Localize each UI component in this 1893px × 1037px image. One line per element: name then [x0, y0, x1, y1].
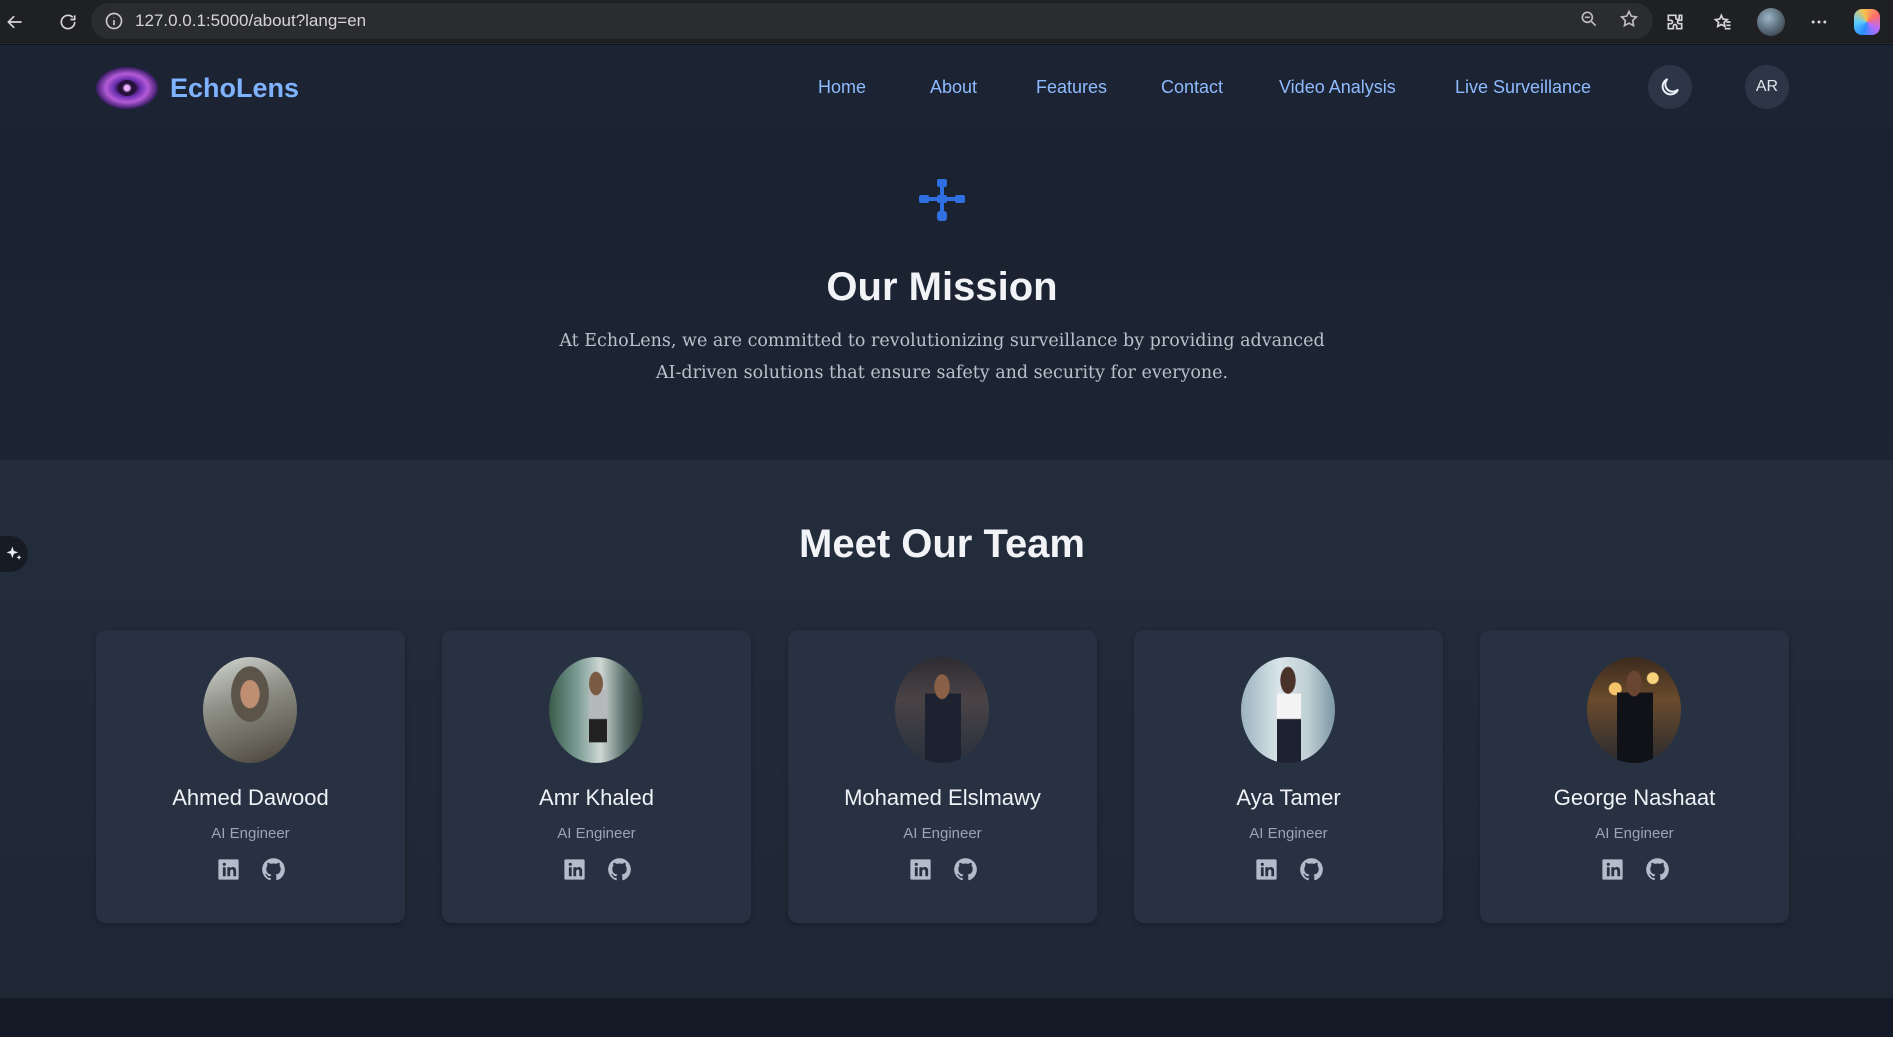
- member-name: Amr Khaled: [539, 785, 654, 810]
- mission-title: Our Mission: [826, 265, 1058, 309]
- profile-avatar[interactable]: [1749, 0, 1793, 44]
- linkedin-icon[interactable]: [215, 856, 242, 883]
- reload-icon[interactable]: [46, 0, 90, 44]
- page: EchoLens Home About Features Contact Vid…: [0, 45, 1893, 1037]
- zoom-out-icon[interactable]: [1579, 9, 1599, 34]
- nav-link-contact[interactable]: Contact: [1161, 77, 1279, 98]
- address-bar[interactable]: 127.0.0.1:5000/about?lang=en: [91, 3, 1653, 39]
- nav-link-about[interactable]: About: [930, 77, 1036, 98]
- team-card: Mohamed Elslmawy AI Engineer: [788, 630, 1097, 923]
- member-photo: [1587, 657, 1681, 763]
- team-card: Amr Khaled AI Engineer: [442, 630, 751, 923]
- member-photo: [203, 657, 297, 763]
- copilot-icon[interactable]: [1845, 0, 1889, 44]
- team-card: George Nashaat AI Engineer: [1480, 630, 1789, 923]
- social-links: [442, 856, 751, 883]
- team-card: Ahmed Dawood AI Engineer: [96, 630, 405, 923]
- github-icon[interactable]: [952, 856, 979, 883]
- team-card: Aya Tamer AI Engineer: [1134, 630, 1443, 923]
- github-icon[interactable]: [1644, 856, 1671, 883]
- member-role: AI Engineer: [903, 825, 982, 842]
- member-role: AI Engineer: [211, 825, 290, 842]
- info-icon[interactable]: [103, 10, 125, 32]
- member-photo: [895, 657, 989, 763]
- linkedin-icon[interactable]: [561, 856, 588, 883]
- language-button[interactable]: AR: [1745, 65, 1789, 109]
- linkedin-icon[interactable]: [907, 856, 934, 883]
- back-arrow-icon[interactable]: [0, 0, 30, 44]
- footer-strip: [0, 998, 1893, 1037]
- member-name: Mohamed Elslmawy: [844, 785, 1041, 810]
- favorites-icon[interactable]: [1701, 0, 1745, 44]
- team-cards: Ahmed Dawood AI Engineer Amr Khaled AI E…: [96, 630, 1789, 923]
- member-name: Ahmed Dawood: [172, 785, 329, 810]
- member-role: AI Engineer: [1249, 825, 1328, 842]
- site-navbar: EchoLens Home About Features Contact Vid…: [0, 45, 1893, 129]
- social-links: [1134, 856, 1443, 883]
- team-title: Meet Our Team: [799, 522, 1085, 566]
- social-links: [788, 856, 1097, 883]
- theme-toggle-button[interactable]: [1648, 65, 1692, 109]
- mission-text-line-1: At EchoLens, we are committed to revolut…: [559, 331, 1325, 351]
- github-icon[interactable]: [606, 856, 633, 883]
- eye-logo-icon: [96, 67, 158, 109]
- nav-link-live-surveillance[interactable]: Live Surveillance: [1455, 77, 1615, 98]
- url-text[interactable]: 127.0.0.1:5000/about?lang=en: [135, 11, 366, 31]
- social-links: [1480, 856, 1789, 883]
- extensions-icon[interactable]: [1653, 0, 1697, 44]
- browser-toolbar: 127.0.0.1:5000/about?lang=en: [0, 0, 1893, 44]
- star-icon[interactable]: [1619, 9, 1639, 34]
- member-role: AI Engineer: [557, 825, 636, 842]
- moon-icon: [1661, 78, 1679, 96]
- social-links: [96, 856, 405, 883]
- nav-link-home[interactable]: Home: [818, 77, 930, 98]
- member-role: AI Engineer: [1595, 825, 1674, 842]
- more-icon[interactable]: [1797, 0, 1841, 44]
- linkedin-icon[interactable]: [1253, 856, 1280, 883]
- github-icon[interactable]: [260, 856, 287, 883]
- network-icon: [919, 179, 965, 221]
- brand[interactable]: EchoLens: [96, 67, 299, 109]
- member-name: George Nashaat: [1553, 785, 1716, 810]
- team-section: Meet Our Team Ahmed Dawood AI Engineer A…: [0, 460, 1893, 998]
- linkedin-icon[interactable]: [1599, 856, 1626, 883]
- member-photo: [549, 657, 643, 763]
- github-icon[interactable]: [1298, 856, 1325, 883]
- member-photo: [1241, 657, 1335, 763]
- nav-links: Home About Features Contact Video Analys…: [818, 45, 1615, 129]
- mission-text-line-2: AI-driven solutions that ensure safety a…: [655, 363, 1229, 383]
- nav-link-video-analysis[interactable]: Video Analysis: [1279, 77, 1455, 98]
- brand-name: EchoLens: [170, 72, 300, 103]
- mission-text: At EchoLens, we are committed to revolut…: [542, 325, 1342, 389]
- mission-section: Our Mission At EchoLens, we are committe…: [0, 129, 1893, 460]
- nav-link-features[interactable]: Features: [1036, 77, 1161, 98]
- member-name: Aya Tamer: [1236, 785, 1341, 810]
